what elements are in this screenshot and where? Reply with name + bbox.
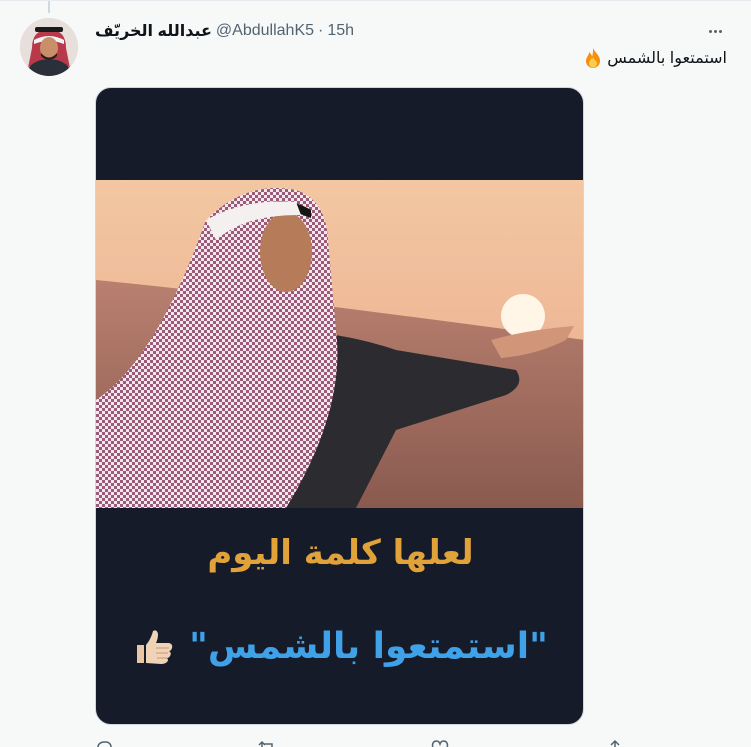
share-icon[interactable]	[606, 739, 626, 747]
more-dot	[713, 29, 717, 33]
media-caption-line-2-text: "استمتعوا بالشمس"	[189, 626, 548, 667]
thread-line	[48, 1, 50, 13]
tweet-text: استمتعوا بالشمس	[583, 47, 727, 69]
retweet-icon[interactable]	[258, 739, 278, 747]
avatar-image	[20, 18, 78, 76]
media-caption-line-1: لعلها كلمة اليوم	[207, 533, 474, 573]
tweet[interactable]: عبدالله الخريّف @AbdullahK5 · 15h استمتع…	[0, 0, 751, 747]
more-dot	[708, 29, 712, 33]
tweet-header: عبدالله الخريّف @AbdullahK5 · 15h	[95, 20, 354, 42]
tweet-actions	[95, 739, 655, 747]
media-photo	[96, 180, 583, 508]
media-caption-line-2: "استمتعوا بالشمس"	[96, 626, 583, 667]
handle[interactable]: @AbdullahK5	[216, 22, 314, 40]
reply-icon[interactable]	[95, 739, 115, 747]
separator-dot: ·	[318, 22, 324, 39]
display-name[interactable]: عبدالله الخريّف	[95, 21, 212, 41]
fire-icon	[583, 47, 603, 69]
more-dot	[718, 29, 722, 33]
timestamp[interactable]: 15h	[327, 22, 354, 40]
desert-sunset-photo	[96, 180, 583, 508]
tweet-text-content: استمتعوا بالشمس	[607, 50, 727, 67]
like-icon[interactable]	[431, 739, 451, 747]
tweet-media[interactable]: لعلها كلمة اليوم "استمتعوا بالشمس"	[95, 87, 584, 725]
more-options-button[interactable]	[703, 19, 727, 43]
thumbs-up-icon	[133, 627, 175, 667]
avatar[interactable]	[20, 18, 78, 76]
